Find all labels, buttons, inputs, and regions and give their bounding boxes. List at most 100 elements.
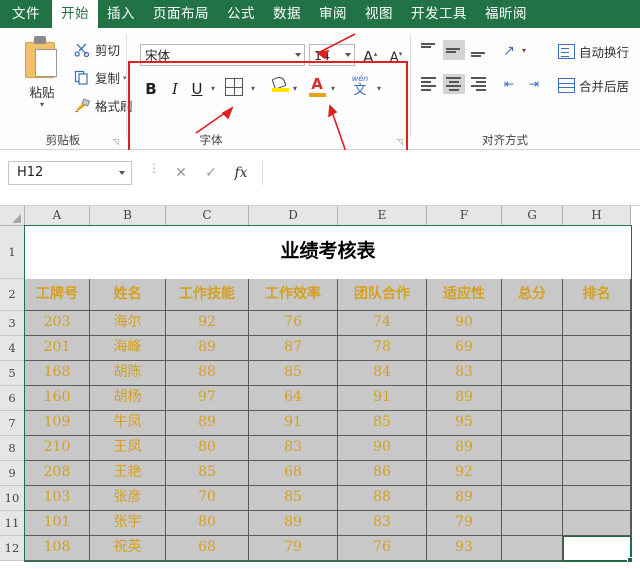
cell-B8[interactable]: 王凤: [90, 436, 166, 461]
align-center-button[interactable]: [443, 74, 465, 94]
cell-E7[interactable]: 85: [338, 411, 427, 436]
cancel-icon[interactable]: ✕: [168, 161, 194, 185]
cell-H9[interactable]: [563, 461, 631, 486]
row-header-2[interactable]: 2: [0, 279, 25, 311]
cell-B9[interactable]: 王艳: [90, 461, 166, 486]
column-header-D[interactable]: D: [249, 206, 338, 226]
font-size-input[interactable]: 14: [309, 44, 355, 66]
formula-input[interactable]: [262, 161, 632, 185]
row-header-9[interactable]: 9: [0, 461, 25, 486]
cell-C8[interactable]: 80: [166, 436, 249, 461]
wrap-text-button[interactable]: 自动换行: [558, 42, 629, 61]
tab-home[interactable]: 开始: [52, 0, 98, 28]
tab-page-layout[interactable]: 页面布局: [144, 0, 218, 28]
cell-A8[interactable]: 210: [25, 436, 90, 461]
cell-G9[interactable]: [502, 461, 563, 486]
cell-header-H2[interactable]: 排名: [563, 279, 631, 311]
cell-H8[interactable]: [563, 436, 631, 461]
cell-G10[interactable]: [502, 486, 563, 511]
cell-D3[interactable]: 76: [249, 311, 338, 336]
column-header-E[interactable]: E: [338, 206, 427, 226]
increase-indent-button[interactable]: ⇥: [523, 74, 545, 94]
cell-G8[interactable]: [502, 436, 563, 461]
cell-F10[interactable]: 89: [427, 486, 502, 511]
tab-view[interactable]: 视图: [356, 0, 402, 28]
cell-A11[interactable]: 101: [25, 511, 90, 536]
cell-B3[interactable]: 海尔: [90, 311, 166, 336]
font-name-input[interactable]: 宋体: [140, 44, 305, 66]
cell-H5[interactable]: [563, 361, 631, 386]
text-orientation-button[interactable]: ↗: [498, 40, 520, 62]
cell-A3[interactable]: 203: [25, 311, 90, 336]
cell-D5[interactable]: 85: [249, 361, 338, 386]
cell-E11[interactable]: 83: [338, 511, 427, 536]
cell-H3[interactable]: [563, 311, 631, 336]
font-dialog-launcher-icon[interactable]: ◹: [397, 137, 406, 146]
column-header-G[interactable]: G: [502, 206, 563, 226]
column-header-A[interactable]: A: [25, 206, 90, 226]
tab-foxit-reader[interactable]: 福昕阅: [476, 0, 536, 28]
cell-A12[interactable]: 108: [25, 536, 90, 561]
tab-insert[interactable]: 插入: [98, 0, 144, 28]
column-header-B[interactable]: B: [90, 206, 166, 226]
phonetic-dropdown-caret-icon[interactable]: ▾: [374, 76, 384, 102]
cell-G6[interactable]: [502, 386, 563, 411]
cell-C9[interactable]: 85: [166, 461, 249, 486]
cell-D9[interactable]: 68: [249, 461, 338, 486]
row-header-1[interactable]: 1: [0, 226, 25, 279]
cell-header-C2[interactable]: 工作技能: [166, 279, 249, 311]
copy-button[interactable]: 复制 ▾: [74, 68, 127, 87]
orientation-dropdown-caret-icon[interactable]: ▾: [522, 46, 526, 55]
increase-font-size-button[interactable]: A▴: [358, 42, 382, 66]
cut-button[interactable]: 剪切: [74, 40, 120, 59]
align-top-button[interactable]: [418, 40, 440, 60]
row-header-10[interactable]: 10: [0, 486, 25, 511]
cell-G11[interactable]: [502, 511, 563, 536]
name-box-caret-icon[interactable]: [119, 171, 125, 175]
cell-A9[interactable]: 208: [25, 461, 90, 486]
cell-D12[interactable]: 79: [249, 536, 338, 561]
select-all-corner[interactable]: [0, 206, 25, 226]
tab-review[interactable]: 审阅: [310, 0, 356, 28]
cell-header-F2[interactable]: 适应性: [427, 279, 502, 311]
cell-E12[interactable]: 76: [338, 536, 427, 561]
fill-handle[interactable]: [627, 557, 633, 563]
cell-F5[interactable]: 83: [427, 361, 502, 386]
row-header-8[interactable]: 8: [0, 436, 25, 461]
enter-icon[interactable]: ✓: [198, 161, 224, 185]
merge-center-button[interactable]: 合并后居: [558, 76, 629, 95]
cell-C12[interactable]: 68: [166, 536, 249, 561]
cell-F12[interactable]: 93: [427, 536, 502, 561]
row-header-3[interactable]: 3: [0, 311, 25, 336]
cell-E9[interactable]: 86: [338, 461, 427, 486]
cell-A10[interactable]: 103: [25, 486, 90, 511]
row-header-5[interactable]: 5: [0, 361, 25, 386]
fill-color-dropdown-caret-icon[interactable]: ▾: [290, 76, 300, 102]
cell-B7[interactable]: 牛凤: [90, 411, 166, 436]
column-header-C[interactable]: C: [166, 206, 249, 226]
cell-C4[interactable]: 89: [166, 336, 249, 361]
font-name-caret-icon[interactable]: [295, 53, 301, 57]
cell-G5[interactable]: [502, 361, 563, 386]
cell-header-D2[interactable]: 工作效率: [249, 279, 338, 311]
borders-button[interactable]: [225, 78, 247, 100]
row-header-12[interactable]: 12: [0, 536, 25, 561]
cell-B10[interactable]: 张彦: [90, 486, 166, 511]
cell-C10[interactable]: 70: [166, 486, 249, 511]
cell-H7[interactable]: [563, 411, 631, 436]
cell-G7[interactable]: [502, 411, 563, 436]
format-painter-button[interactable]: 格式刷: [74, 96, 133, 115]
bold-button[interactable]: B: [140, 76, 162, 102]
cell-D8[interactable]: 83: [249, 436, 338, 461]
align-left-button[interactable]: [418, 74, 440, 94]
cell-title-merged[interactable]: 业绩考核表: [25, 226, 631, 279]
cell-A7[interactable]: 109: [25, 411, 90, 436]
align-middle-button[interactable]: [443, 40, 465, 60]
cell-B11[interactable]: 张宇: [90, 511, 166, 536]
cell-E10[interactable]: 88: [338, 486, 427, 511]
cell-header-E2[interactable]: 团队合作: [338, 279, 427, 311]
tab-file[interactable]: 文件: [0, 0, 52, 28]
cell-header-A2[interactable]: 工牌号: [25, 279, 90, 311]
cell-F6[interactable]: 89: [427, 386, 502, 411]
cell-A4[interactable]: 201: [25, 336, 90, 361]
